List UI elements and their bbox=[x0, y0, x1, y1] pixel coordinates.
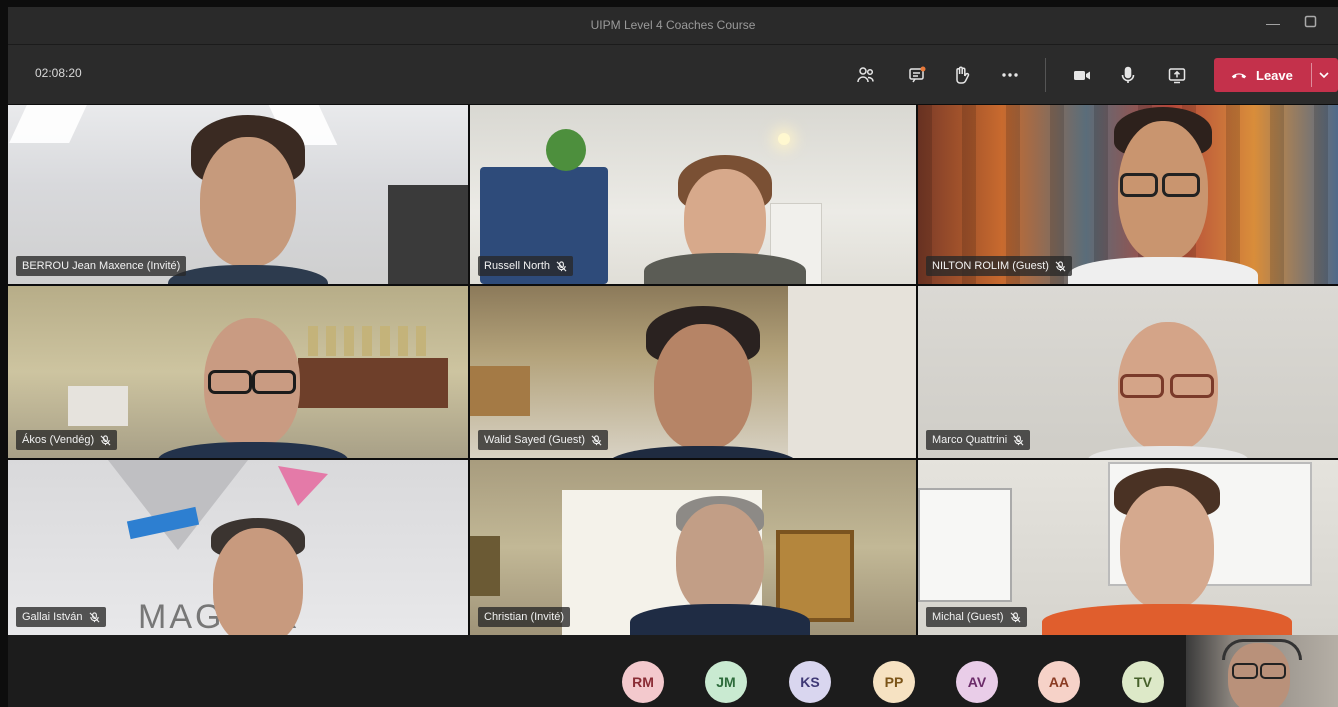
participant-video bbox=[644, 155, 806, 284]
trophies bbox=[308, 326, 428, 356]
participant-avatar[interactable]: KS bbox=[789, 661, 831, 703]
camera-icon[interactable] bbox=[1066, 60, 1098, 90]
leave-label: Leave bbox=[1256, 67, 1293, 83]
participant-video bbox=[168, 115, 328, 284]
participant-name-tag: NILTON ROLIM (Guest) bbox=[926, 256, 1072, 276]
participant-name: Russell North bbox=[484, 260, 551, 272]
chat-icon[interactable] bbox=[901, 60, 933, 90]
avatar-initials: AV bbox=[967, 674, 987, 690]
hang-up-icon bbox=[1230, 66, 1248, 84]
avatar-initials: AA bbox=[1048, 674, 1070, 690]
frame bbox=[68, 386, 128, 426]
participant-name-tag: Gallai István bbox=[16, 607, 106, 627]
avatar-initials: TV bbox=[1134, 674, 1152, 690]
participant-video bbox=[630, 496, 810, 635]
lamp bbox=[778, 133, 790, 145]
wall-chart bbox=[918, 488, 1012, 602]
participant-name-tag: BERROU Jean Maxence (Invité) bbox=[16, 256, 187, 276]
participant-tile[interactable]: BERROU Jean Maxence (Invité) bbox=[8, 105, 468, 284]
participant-name-tag: Russell North bbox=[478, 256, 574, 276]
trophy-shelf bbox=[298, 358, 448, 408]
wall bbox=[788, 286, 916, 458]
minimize-icon[interactable]: — bbox=[1266, 15, 1280, 31]
people-icon[interactable] bbox=[850, 60, 882, 90]
toolbar-divider bbox=[1045, 58, 1046, 92]
participant-avatar[interactable]: AA bbox=[1038, 661, 1080, 703]
mic-icon[interactable] bbox=[1112, 60, 1144, 90]
mic-off-icon bbox=[591, 434, 602, 445]
participant-video bbox=[203, 518, 313, 635]
mic-off-icon bbox=[100, 434, 111, 445]
participant-video bbox=[1088, 322, 1248, 458]
share-icon[interactable] bbox=[1161, 60, 1193, 90]
participant-name: Gallai István bbox=[22, 611, 83, 623]
mic-off-icon bbox=[1010, 611, 1021, 622]
participant-video bbox=[1068, 107, 1258, 284]
participant-tile[interactable]: NILTON ROLIM (Guest) bbox=[918, 105, 1338, 284]
participant-video bbox=[1042, 468, 1292, 635]
participant-name-tag: Ákos (Vendég) bbox=[16, 430, 118, 450]
more-icon[interactable] bbox=[994, 60, 1026, 90]
mic-off-icon bbox=[1013, 434, 1024, 445]
participant-name-tag: Christian (Invité) bbox=[478, 607, 571, 627]
leave-button[interactable]: Leave bbox=[1214, 58, 1338, 92]
door bbox=[388, 185, 468, 284]
participant-avatar[interactable]: RM bbox=[622, 661, 664, 703]
participant-name-tag: Michal (Guest) bbox=[926, 607, 1027, 627]
chevron-down-icon[interactable] bbox=[1318, 66, 1332, 84]
avatar-initials: KS bbox=[800, 674, 820, 690]
participant-tile[interactable]: Christian (Invité) bbox=[470, 460, 916, 635]
self-view-video[interactable] bbox=[1186, 635, 1338, 707]
leave-divider bbox=[1311, 63, 1312, 87]
participant-name: Walid Sayed (Guest) bbox=[484, 434, 586, 446]
participant-name: NILTON ROLIM (Guest) bbox=[932, 260, 1049, 272]
participant-avatar[interactable]: JM bbox=[705, 661, 747, 703]
mic-off-icon bbox=[556, 260, 567, 271]
participant-tile[interactable]: Russell North bbox=[470, 105, 916, 284]
maximize-icon[interactable] bbox=[1304, 15, 1317, 31]
participant-tile[interactable]: Walid Sayed (Guest) bbox=[470, 286, 916, 458]
meeting-timer: 02:08:20 bbox=[35, 66, 82, 80]
shelf bbox=[470, 366, 530, 416]
meeting-toolbar: 02:08:20 Leave bbox=[8, 45, 1338, 104]
title-bar: UIPM Level 4 Coaches Course — bbox=[8, 7, 1338, 45]
participant-avatar[interactable]: AV bbox=[956, 661, 998, 703]
participant-avatar[interactable]: TV bbox=[1122, 661, 1164, 703]
participant-name: Christian (Invité) bbox=[484, 611, 565, 623]
avatar-initials: PP bbox=[884, 674, 904, 690]
participant-name: Michal (Guest) bbox=[932, 611, 1004, 623]
raise-hand-icon[interactable] bbox=[945, 60, 977, 90]
participant-overflow-bar: RM JM KS PP AV AA TV bbox=[8, 635, 1338, 707]
participant-tile[interactable]: MAGYAR Gallai István bbox=[8, 460, 468, 635]
participant-video bbox=[158, 318, 348, 458]
participant-name-tag: Walid Sayed (Guest) bbox=[478, 430, 609, 450]
participant-tile[interactable]: Marco Quattrini bbox=[918, 286, 1338, 458]
mic-off-icon bbox=[1055, 260, 1066, 271]
plush-toy bbox=[546, 129, 586, 171]
participant-name: BERROU Jean Maxence (Invité) bbox=[22, 260, 181, 272]
participant-video bbox=[608, 306, 798, 458]
participant-name: Marco Quattrini bbox=[932, 434, 1008, 446]
picture-frame bbox=[776, 530, 854, 622]
participant-tile[interactable]: Ákos (Vendég) bbox=[8, 286, 468, 458]
participant-avatar[interactable]: PP bbox=[873, 661, 915, 703]
participant-tile[interactable]: Michal (Guest) bbox=[918, 460, 1338, 635]
video-grid: BERROU Jean Maxence (Invité) Russell Nor… bbox=[8, 105, 1338, 635]
participant-name: Ákos (Vendég) bbox=[22, 434, 95, 446]
avatar-initials: RM bbox=[632, 674, 654, 690]
mic-off-icon bbox=[89, 611, 100, 622]
participant-name-tag: Marco Quattrini bbox=[926, 430, 1031, 450]
picture-frame bbox=[470, 536, 500, 596]
window-title: UIPM Level 4 Coaches Course bbox=[590, 18, 756, 32]
avatar-initials: JM bbox=[716, 674, 736, 690]
